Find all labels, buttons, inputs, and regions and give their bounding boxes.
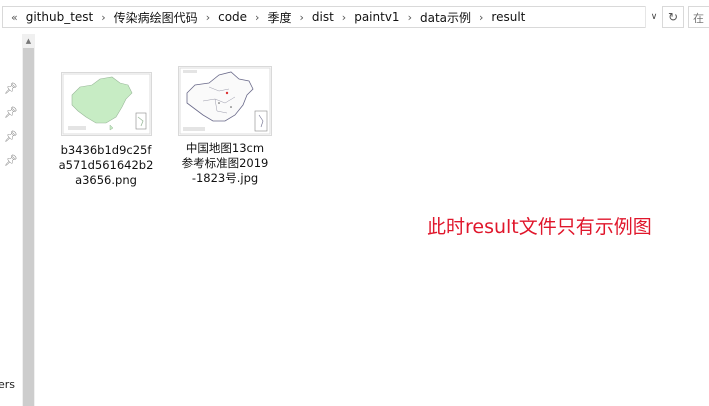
search-input[interactable]: 在 [688, 6, 709, 28]
file-name: 中国地图13cm参考标准图2019-1823号.jpg [181, 141, 269, 185]
breadcrumb-separator-icon[interactable]: › [292, 11, 310, 24]
nav-item-label[interactable]: ers [0, 378, 15, 391]
breadcrumb-data-examples[interactable]: data示例 [419, 9, 472, 26]
navigation-pane: 📌︎ 📌︎ 📌︎ 📌︎ ers [0, 34, 22, 406]
breadcrumb-dist[interactable]: dist [311, 10, 335, 24]
breadcrumb-separator-icon[interactable]: › [401, 11, 419, 24]
annotation-text: 此时result文件只有示例图 [427, 216, 652, 238]
breadcrumb-quarter[interactable]: 季度 [266, 9, 292, 26]
pin-icon: 📌︎ [4, 106, 18, 119]
breadcrumb-separator-icon[interactable]: › [199, 11, 217, 24]
nav-scrollbar[interactable]: ▲ [22, 34, 35, 406]
breadcrumb-code[interactable]: code [217, 10, 248, 24]
pin-icon: 📌︎ [4, 154, 18, 167]
pin-icon: 📌︎ [4, 130, 18, 143]
file-item[interactable]: 中国地图13cm参考标准图2019-1823号.jpg [177, 66, 273, 186]
china-map-standard-icon [178, 66, 272, 136]
china-map-green-icon [60, 72, 152, 136]
refresh-icon[interactable]: ↻ [662, 6, 684, 28]
scrollbar-thumb[interactable] [23, 48, 34, 406]
address-bar[interactable]: « github_test › 传染病绘图代码 › code › 季度 › di… [2, 6, 684, 28]
file-name: b3436b1d9c25fa571d561642b2a3656.png [58, 143, 154, 187]
chevron-down-icon[interactable]: ∨ [645, 6, 662, 28]
breadcrumb-separator-icon[interactable]: › [248, 11, 266, 24]
breadcrumb-paintv1[interactable]: paintv1 [353, 10, 400, 24]
breadcrumb-result[interactable]: result [490, 10, 526, 24]
file-item[interactable]: b3436b1d9c25fa571d561642b2a3656.png [58, 72, 154, 188]
pin-icon: 📌︎ [4, 82, 18, 95]
scroll-up-icon[interactable]: ▲ [22, 34, 35, 48]
breadcrumb-separator-icon[interactable]: › [335, 11, 353, 24]
breadcrumb-separator-icon[interactable]: › [472, 11, 490, 24]
breadcrumb-github-test[interactable]: github_test [25, 10, 95, 24]
address-bar-row: « github_test › 传染病绘图代码 › code › 季度 › di… [0, 0, 709, 34]
breadcrumb-code-folder[interactable]: 传染病绘图代码 [113, 9, 199, 26]
overflow-chevron-icon[interactable]: « [9, 11, 25, 24]
breadcrumb-separator-icon[interactable]: › [94, 11, 112, 24]
breadcrumb: « github_test › 传染病绘图代码 › code › 季度 › di… [9, 7, 526, 27]
